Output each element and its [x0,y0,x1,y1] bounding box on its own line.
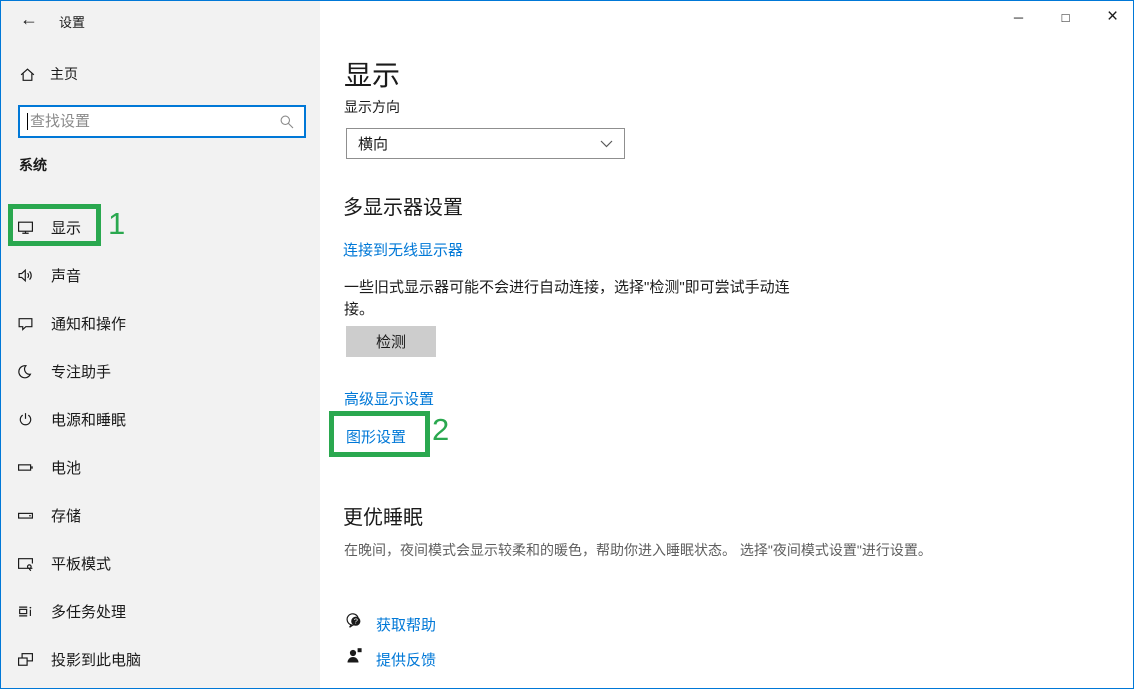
sidebar-item-label: 电池 [51,457,81,478]
page-title: 显示 [344,54,400,94]
sidebar-item-label: 专注助手 [51,361,111,382]
sidebar-item-notifications[interactable]: 通知和操作 [1,299,320,347]
focus-assist-icon [17,363,34,380]
sidebar-item-storage[interactable]: 存储 [1,491,320,539]
sidebar-item-label: 通知和操作 [51,313,126,334]
home-icon [19,66,36,83]
multi-display-section-title: 多显示器设置 [343,191,463,220]
battery-icon [17,459,34,476]
get-help-link[interactable]: 获取帮助 [376,614,436,635]
search-input[interactable] [28,107,279,136]
sleep-better-description: 在晚间，夜间模式会显示较柔和的暖色，帮助你进入睡眠状态。 选择"夜间模式设置"进… [344,540,1064,561]
wireless-display-link[interactable]: 连接到无线显示器 [343,239,463,260]
minimize-button[interactable]: ─ [995,1,1042,33]
close-button[interactable]: × [1089,1,1134,33]
sound-icon [17,267,34,284]
maximize-button[interactable]: □ [1042,1,1089,33]
advanced-display-settings-link[interactable]: 高级显示设置 [344,388,434,409]
orientation-dropdown[interactable]: 横向 [346,128,625,159]
sidebar-item-label: 电源和睡眠 [51,409,126,430]
sidebar-item-sound[interactable]: 声音 [1,251,320,299]
sidebar-item-label: 主页 [50,64,78,84]
annotation-box-1 [8,204,101,246]
sidebar-item-label: 投影到此电脑 [51,649,141,670]
feedback-person-icon [345,646,364,665]
power-icon [17,411,34,428]
detect-button[interactable]: 检测 [346,326,436,357]
orientation-value: 横向 [358,133,388,154]
notifications-icon [17,315,34,332]
multitasking-icon [17,603,34,620]
multi-display-description: 一些旧式显示器可能不会进行自动连接，选择"检测"即可尝试手动连接。 [344,277,806,321]
sidebar-item-label: 存储 [51,505,81,526]
search-box[interactable] [18,105,306,138]
app-title: 设置 [59,12,85,31]
sidebar-item-tablet-mode[interactable]: 平板模式 [1,539,320,587]
project-icon [17,651,34,668]
storage-icon [17,507,34,524]
sidebar-item-label: 多任务处理 [51,601,126,622]
tablet-mode-icon [17,555,34,572]
sidebar-item-focus-assist[interactable]: 专注助手 [1,347,320,395]
sleep-better-section-title: 更优睡眠 [343,501,423,530]
annotation-number-2: 2 [432,414,449,445]
sidebar-item-label: 声音 [51,265,81,286]
search-icon[interactable] [279,114,295,130]
help-bubble-icon: ? [344,611,363,630]
sidebar-item-label: 平板模式 [51,553,111,574]
settings-window: ← 设置 ─ □ × 主页 系统 显示 声音 [0,0,1134,689]
sidebar-item-projecting[interactable]: 投影到此电脑 [1,635,320,683]
give-feedback-link[interactable]: 提供反馈 [376,649,436,670]
orientation-label: 显示方向 [344,97,400,117]
back-icon[interactable]: ← [15,6,43,32]
chevron-down-icon [600,140,613,148]
sidebar-item-home[interactable]: 主页 [1,57,320,91]
sidebar-section-header: 系统 [19,155,47,175]
graphics-settings-link[interactable]: 图形设置 [346,426,406,447]
annotation-number-1: 1 [108,208,125,239]
sidebar-item-power-sleep[interactable]: 电源和睡眠 [1,395,320,443]
sidebar-item-multitasking[interactable]: 多任务处理 [1,587,320,635]
sidebar-item-battery[interactable]: 电池 [1,443,320,491]
svg-text:?: ? [354,617,358,626]
